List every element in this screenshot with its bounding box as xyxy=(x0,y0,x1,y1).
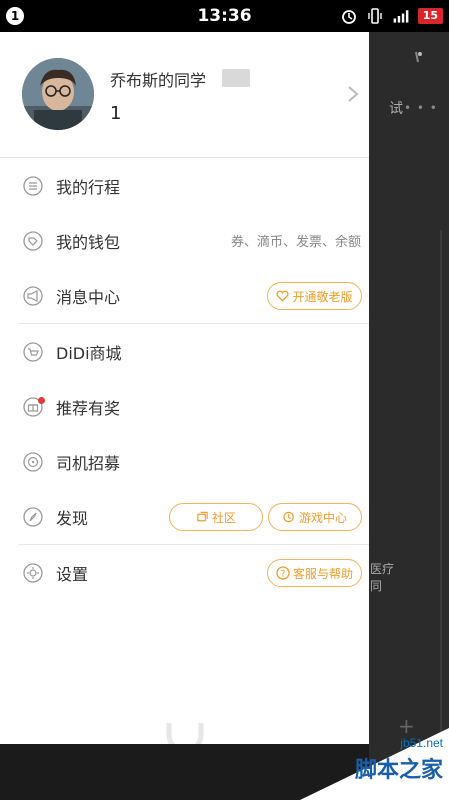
location-pin-icon xyxy=(415,51,422,63)
menu-label: 我的钱包 xyxy=(56,232,121,252)
elderly-mode-label: 开通敬老版 xyxy=(292,289,353,304)
community-icon xyxy=(197,511,208,522)
map-road xyxy=(440,230,442,770)
menu-item-mall[interactable]: DiDi商城 xyxy=(0,324,369,379)
map-label: 医疗 xyxy=(370,562,395,576)
chevron-right-icon xyxy=(348,86,359,102)
menu-label: 推荐有奖 xyxy=(56,398,121,418)
support-button[interactable]: ? 客服与帮助 xyxy=(267,559,362,587)
side-drawer: 乔布斯的同学 1 我的行程 我的钱包 券、滴币、发票、余额 消息中心 开通敬老版… xyxy=(0,32,369,754)
wallet-hint: 券、滴币、发票、余额 xyxy=(230,235,361,250)
member-badge-icon xyxy=(222,69,250,87)
map-dots: • • • xyxy=(404,101,438,115)
profile-header[interactable]: 乔布斯的同学 1 xyxy=(0,32,369,158)
vibrate-icon xyxy=(367,8,382,24)
menu-label: 消息中心 xyxy=(56,287,121,307)
community-label: 社区 xyxy=(211,510,236,525)
map-label: 试 xyxy=(389,101,403,117)
megaphone-icon xyxy=(23,285,43,306)
menu-item-trips[interactable]: 我的行程 xyxy=(0,158,369,213)
elderly-mode-button[interactable]: 开通敬老版 xyxy=(267,282,362,310)
menu-item-driver-recruit[interactable]: 司机招募 xyxy=(0,434,369,489)
map-background[interactable]: 试 • • • 医疗 同 + xyxy=(368,32,449,800)
game-icon xyxy=(283,511,294,523)
wallet-tag-icon xyxy=(23,230,43,251)
community-button[interactable]: 社区 xyxy=(169,503,263,531)
status-icons: 15 xyxy=(340,6,443,26)
signal-icon xyxy=(393,10,409,23)
heart-icon xyxy=(276,290,290,302)
cart-icon xyxy=(23,341,43,362)
menu-item-wallet[interactable]: 我的钱包 券、滴币、发票、余额 xyxy=(0,213,369,268)
watermark-name: 脚本之家 xyxy=(354,758,443,783)
alarm-icon xyxy=(341,10,356,24)
menu-label: 发现 xyxy=(56,508,89,528)
battery-indicator: 15 xyxy=(417,8,443,24)
game-center-button[interactable]: 游戏中心 xyxy=(268,503,362,531)
menu-label: 司机招募 xyxy=(56,453,121,473)
help-icon: ? xyxy=(276,566,290,580)
compass-icon xyxy=(23,506,43,527)
user-score: 1 xyxy=(110,103,122,124)
svg-text:?: ? xyxy=(281,570,286,580)
game-center-label: 游戏中心 xyxy=(298,510,347,525)
gear-icon xyxy=(23,562,43,583)
status-bar: 1 13:36 15 xyxy=(0,0,449,32)
menu-label: DiDi商城 xyxy=(56,343,122,363)
list-icon xyxy=(23,175,43,196)
menu-item-referral[interactable]: 推荐有奖 xyxy=(0,379,369,434)
menu-label: 设置 xyxy=(56,564,89,584)
map-label: 同 xyxy=(370,579,383,593)
user-name: 乔布斯的同学 xyxy=(110,71,207,90)
menu-label: 我的行程 xyxy=(56,177,121,197)
avatar[interactable] xyxy=(22,58,94,130)
watermark-url: jb51.net xyxy=(400,736,443,750)
support-label: 客服与帮助 xyxy=(292,566,353,581)
steering-wheel-icon xyxy=(23,451,43,472)
notification-dot xyxy=(38,397,45,404)
